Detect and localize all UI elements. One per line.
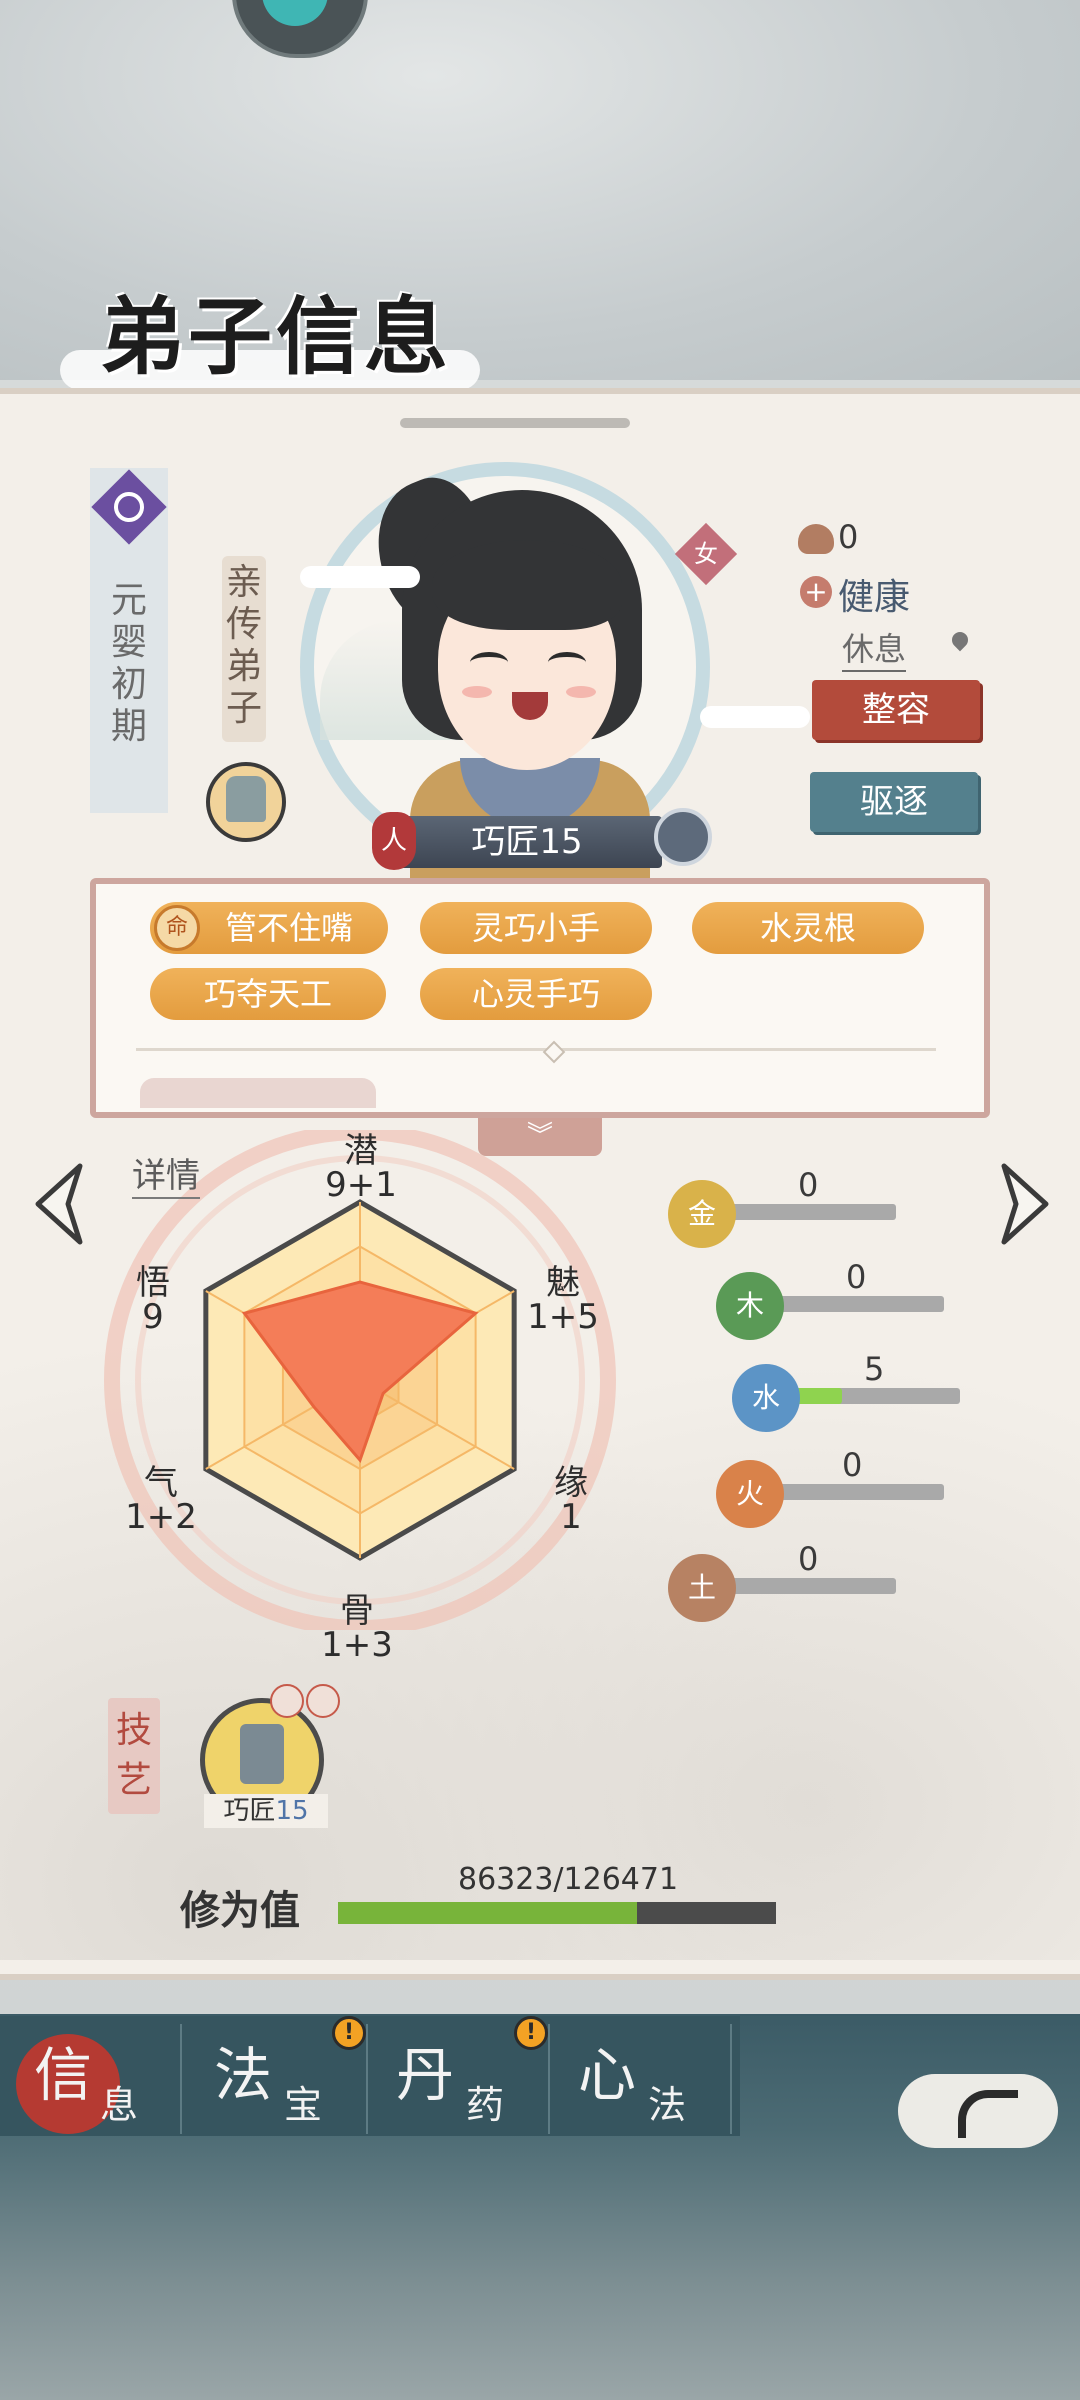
trait-label: 水灵根 <box>759 909 856 947</box>
element-fire-icon: 火 <box>716 1460 784 1528</box>
attribute-radar-chart <box>104 1130 616 1630</box>
tab-main-label: 信 <box>34 2041 93 2109</box>
element-earth-icon: 土 <box>668 1554 736 1622</box>
alert-badge-icon: ! <box>332 2016 366 2050</box>
stat-name: 缘 <box>554 1463 588 1503</box>
tab-main-label: 法 <box>214 2041 273 2109</box>
cultivation-value: 86323/126471 <box>458 1862 679 1897</box>
stat-name: 魅 <box>546 1263 580 1303</box>
cloud-decoration-right <box>700 706 810 728</box>
trait-tag[interactable]: 心灵手巧 <box>420 968 652 1020</box>
activity-link[interactable]: 休息 <box>842 624 907 672</box>
tab-methods[interactable]: 心 法 <box>550 2024 732 2134</box>
skill-level: 15 <box>275 1796 309 1826</box>
skill-label: 巧匠15 <box>204 1794 328 1828</box>
fate-icon: 命 <box>154 905 200 951</box>
cloud-decoration-left <box>300 566 420 588</box>
expel-button[interactable]: 驱逐 <box>810 772 978 832</box>
back-arrow-icon <box>958 2090 1018 2138</box>
element-fire-value: 0 <box>842 1446 863 1484</box>
element-metal-value: 0 <box>798 1166 819 1204</box>
stat-value: 9 <box>142 1297 164 1337</box>
health-status: 健康 <box>838 577 911 618</box>
traits-subtab[interactable] <box>140 1078 376 1108</box>
hammer-icon <box>240 1724 284 1784</box>
stat-value: 1 <box>560 1497 582 1537</box>
character-eye-left <box>470 652 508 673</box>
previous-disciple-arrow-icon[interactable] <box>30 1160 90 1248</box>
element-wood-value: 0 <box>846 1258 867 1296</box>
stat-insight: 悟 9 <box>108 1266 198 1334</box>
stat-potential: 潜 9+1 <box>316 1134 406 1202</box>
tab-main-label: 心 <box>578 2041 637 2109</box>
stat-bone: 骨 1+3 <box>312 1594 402 1662</box>
cultivation-label: 修为值 <box>180 1887 300 1934</box>
skill-name: 巧匠 <box>223 1796 276 1826</box>
role-banner: 巧匠15 <box>392 816 662 868</box>
makeover-button[interactable]: 整容 <box>812 680 980 740</box>
gender-label: 女 <box>694 540 718 568</box>
race-badge: 人 <box>372 812 416 870</box>
next-disciple-arrow-icon[interactable] <box>994 1160 1054 1248</box>
trait-label: 心灵手巧 <box>471 975 600 1013</box>
character-fringe <box>432 540 622 630</box>
rank-label: 亲传弟子 <box>222 556 266 742</box>
cultivation-progress-fill <box>338 1902 637 1924</box>
trait-tag[interactable]: 水灵根 <box>692 902 924 954</box>
alert-badge-icon: ! <box>514 2016 548 2050</box>
fire-icon <box>306 1684 340 1718</box>
stat-name: 气 <box>144 1463 178 1503</box>
stat-name: 悟 <box>136 1263 170 1303</box>
traits-divider <box>136 1048 936 1051</box>
realm-label: 元婴初期 <box>110 580 147 747</box>
brush-skill-icon[interactable] <box>654 808 712 866</box>
stat-value: 1+3 <box>321 1625 393 1665</box>
mood-value: 0 <box>838 518 859 556</box>
realm-swirl-icon-center <box>114 492 144 522</box>
tab-main-label: 丹 <box>396 2041 455 2109</box>
stat-charm: 魅 1+5 <box>518 1266 608 1334</box>
stat-name: 骨 <box>340 1591 374 1631</box>
element-wood-icon: 木 <box>716 1272 784 1340</box>
tab-sub-label: 药 <box>466 2083 505 2127</box>
element-water-icon: 水 <box>732 1364 800 1432</box>
stat-value: 1+2 <box>125 1497 197 1537</box>
trait-tag[interactable]: 灵巧小手 <box>420 902 652 954</box>
trait-label: 灵巧小手 <box>471 909 600 947</box>
element-metal-icon: 金 <box>668 1180 736 1248</box>
character-blush-left <box>462 686 492 698</box>
statue-icon <box>226 776 266 822</box>
page-title: 弟子信息 <box>100 287 453 386</box>
trait-label: 管不住嘴 <box>224 909 353 947</box>
tab-sub-label: 宝 <box>284 2083 323 2127</box>
tab-sub-label: 法 <box>648 2083 687 2127</box>
tab-sub-label: 息 <box>100 2083 139 2127</box>
mood-icon <box>798 524 834 554</box>
character-blush-right <box>566 686 596 698</box>
stat-name: 潜 <box>344 1131 378 1171</box>
health-heart-icon: + <box>800 576 832 608</box>
stat-fortune: 缘 1 <box>526 1466 616 1534</box>
stat-value: 9+1 <box>325 1165 397 1205</box>
fire-icon <box>270 1684 304 1718</box>
element-earth-value: 0 <box>798 1540 819 1578</box>
element-water-value: 5 <box>864 1350 885 1388</box>
character-eye-right <box>548 652 586 673</box>
tab-info[interactable]: 信 息 <box>0 2024 182 2134</box>
trait-tag[interactable]: 巧夺天工 <box>150 968 386 1020</box>
details-link[interactable]: 详情 <box>132 1148 200 1199</box>
trait-label: 巧夺天工 <box>203 975 332 1013</box>
panel-handle <box>400 418 630 428</box>
stat-value: 1+5 <box>527 1297 599 1337</box>
stat-qi: 气 1+2 <box>116 1466 206 1534</box>
skills-tag: 技艺 <box>108 1698 160 1814</box>
